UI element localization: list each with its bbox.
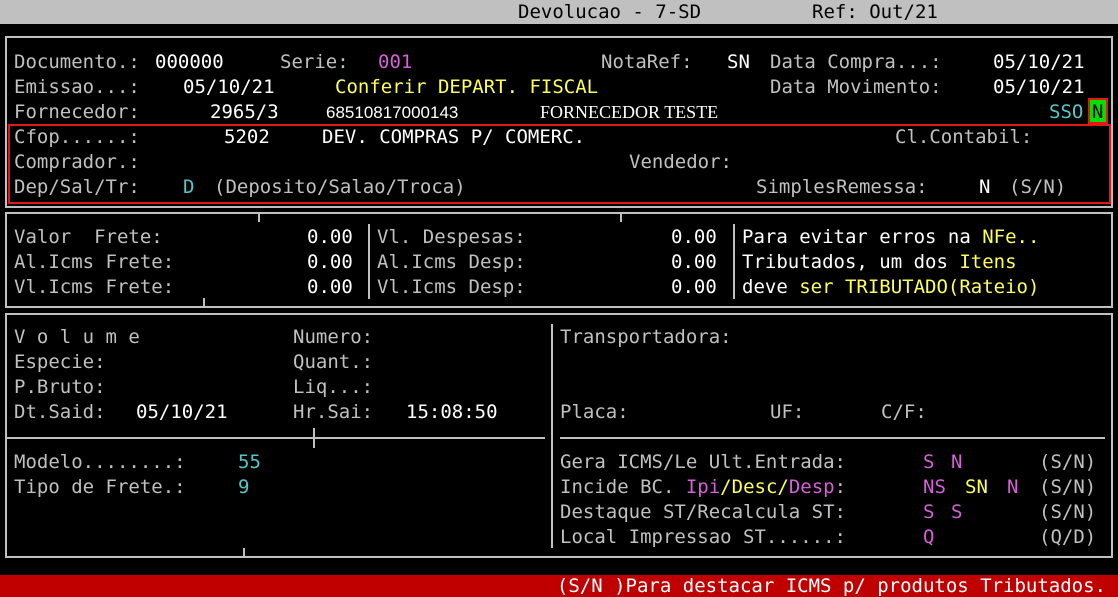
volume-heading: V o l u m e xyxy=(14,326,140,348)
gera-icms-label: Gera ICMS/Le Ult.Entrada: xyxy=(560,451,846,473)
screen-title: Devolucao - 7-SD xyxy=(518,1,702,23)
documento-label: Documento.: xyxy=(14,51,140,73)
cfop-label: Cfop......: xyxy=(14,126,140,148)
valor-frete-label: Valor Frete: xyxy=(14,226,163,248)
divider xyxy=(368,224,370,299)
incide-desc-field[interactable]: SN xyxy=(965,475,988,500)
emissao-label: Emissao...: xyxy=(14,76,140,98)
simples-remessa-field[interactable]: N xyxy=(979,175,990,200)
tipo-frete-label: Tipo de Frete.: xyxy=(14,476,186,498)
vl-icms-desp-field[interactable]: 0.00 xyxy=(671,275,717,300)
title-bar: Devolucao - 7-SD Ref: Out/21 xyxy=(0,0,1118,24)
fornecedor-code-field[interactable]: 2965/3 xyxy=(210,100,279,125)
hr-saida-label: Hr.Sai: xyxy=(293,401,374,423)
tick xyxy=(313,428,315,448)
gera-icms-options: (S/N) xyxy=(1039,451,1097,473)
destaque-st-options: (S/N) xyxy=(1039,501,1097,523)
incide-bc-label: Incide BC. Ipi/Desc/Desp: xyxy=(560,476,847,498)
peso-bruto-label: P.Bruto: xyxy=(14,376,106,398)
le-ult-entrada-field[interactable]: N xyxy=(951,450,962,475)
cf-label: C/F: xyxy=(881,401,927,423)
gera-icms-field[interactable]: S xyxy=(923,450,934,475)
dep-sal-tr-field[interactable]: D xyxy=(183,175,194,200)
tick xyxy=(203,298,205,308)
divider xyxy=(551,324,553,548)
quant-label: Quant.: xyxy=(293,351,374,373)
recalcula-st-field[interactable]: S xyxy=(951,500,962,525)
data-compra-field[interactable]: 05/10/21 xyxy=(993,50,1085,75)
tick xyxy=(258,212,260,222)
placa-label: Placa: xyxy=(560,401,629,423)
tributacao-notice-line1: Para evitar erros na NFe.. xyxy=(742,226,1040,248)
tick xyxy=(243,548,245,558)
simples-remessa-options: (S/N) xyxy=(1009,176,1067,198)
emissao-field[interactable]: 05/10/21 xyxy=(183,75,275,100)
conferir-warning: Conferir DEPART. FISCAL xyxy=(335,76,599,98)
data-movimento-field[interactable]: 05/10/21 xyxy=(993,75,1085,100)
divider xyxy=(7,437,545,439)
liquido-label: Liq...: xyxy=(293,376,374,398)
al-icms-desp-field[interactable]: 0.00 xyxy=(671,250,717,275)
cl-contabil-label: Cl.Contabil: xyxy=(895,126,1033,148)
al-icms-desp-label: Al.Icms Desp: xyxy=(377,251,526,273)
status-message: (S/N )Para destacar ICMS p/ produtos Tri… xyxy=(556,575,1106,597)
destaque-st-field[interactable]: S xyxy=(923,500,934,525)
modelo-field[interactable]: 55 xyxy=(238,450,261,475)
comprador-label: Comprador.: xyxy=(14,151,140,173)
modelo-label: Modelo........: xyxy=(14,451,186,473)
dt-saida-label: Dt.Said: xyxy=(14,401,106,423)
local-impressao-field[interactable]: Q xyxy=(923,525,934,550)
numero-label: Numero: xyxy=(293,326,374,348)
documento-field[interactable]: 000000 xyxy=(155,50,224,75)
tributacao-notice-line3: deve ser TRIBUTADO(Rateio) xyxy=(742,276,1040,298)
status-bar: (S/N )Para destacar ICMS p/ produtos Tri… xyxy=(0,575,1118,597)
vl-icms-frete-field[interactable]: 0.00 xyxy=(307,275,353,300)
al-icms-frete-label: Al.Icms Frete: xyxy=(14,251,175,273)
vl-despesas-label: Vl. Despesas: xyxy=(377,226,526,248)
notaref-label: NotaRef: xyxy=(601,51,693,73)
fornecedor-cnpj: 68510817000143 xyxy=(326,103,459,122)
cfop-field[interactable]: 5202 xyxy=(224,125,270,150)
tipo-frete-field[interactable]: 9 xyxy=(238,475,249,500)
divider xyxy=(733,224,735,299)
serie-field[interactable]: 001 xyxy=(378,50,412,75)
vl-despesas-field[interactable]: 0.00 xyxy=(671,225,717,250)
al-icms-frete-field[interactable]: 0.00 xyxy=(307,250,353,275)
local-impressao-label: Local Impressao ST......: xyxy=(560,526,846,548)
sso-indicator: SSO xyxy=(1049,101,1084,123)
vendedor-label: Vendedor: xyxy=(629,151,732,173)
cfop-description: DEV. COMPRAS P/ COMERC. xyxy=(322,126,586,148)
especie-label: Especie: xyxy=(14,351,106,373)
tick xyxy=(620,212,622,222)
vl-icms-frete-label: Vl.Icms Frete: xyxy=(14,276,175,298)
fornecedor-nome: FORNECEDOR TESTE xyxy=(540,102,719,122)
tributacao-notice-line2: Tributados, um dos Itens xyxy=(742,251,1017,273)
local-impressao-options: (Q/D) xyxy=(1039,526,1097,548)
transportadora-label: Transportadora: xyxy=(560,326,732,348)
serie-label: Serie: xyxy=(280,51,349,73)
simples-remessa-label: SimplesRemessa: xyxy=(756,176,928,198)
incide-ipi-field[interactable]: NS xyxy=(923,475,946,500)
destaque-st-label: Destaque ST/Recalcula ST: xyxy=(560,501,846,523)
fornecedor-label: Fornecedor: xyxy=(14,101,140,123)
dt-saida-field[interactable]: 05/10/21 xyxy=(136,400,228,425)
uf-label: UF: xyxy=(770,401,805,423)
incide-desp-field[interactable]: N xyxy=(1007,475,1018,500)
valor-frete-field[interactable]: 0.00 xyxy=(307,225,353,250)
data-compra-label: Data Compra...: xyxy=(770,51,942,73)
sso-cursor-value: N xyxy=(1092,101,1104,123)
notaref-field[interactable]: SN xyxy=(727,50,750,75)
hr-saida-field[interactable]: 15:08:50 xyxy=(406,400,498,425)
reference-period: Ref: Out/21 xyxy=(812,1,938,23)
vl-icms-desp-label: Vl.Icms Desp: xyxy=(377,276,526,298)
divider xyxy=(560,437,1105,439)
dep-sal-tr-options: (Deposito/Salao/Troca) xyxy=(214,176,466,198)
incide-bc-options: (S/N) xyxy=(1039,476,1097,498)
data-movimento-label: Data Movimento: xyxy=(770,76,942,98)
dep-sal-tr-label: Dep/Sal/Tr: xyxy=(14,176,140,198)
bottom-frame xyxy=(5,313,1113,558)
